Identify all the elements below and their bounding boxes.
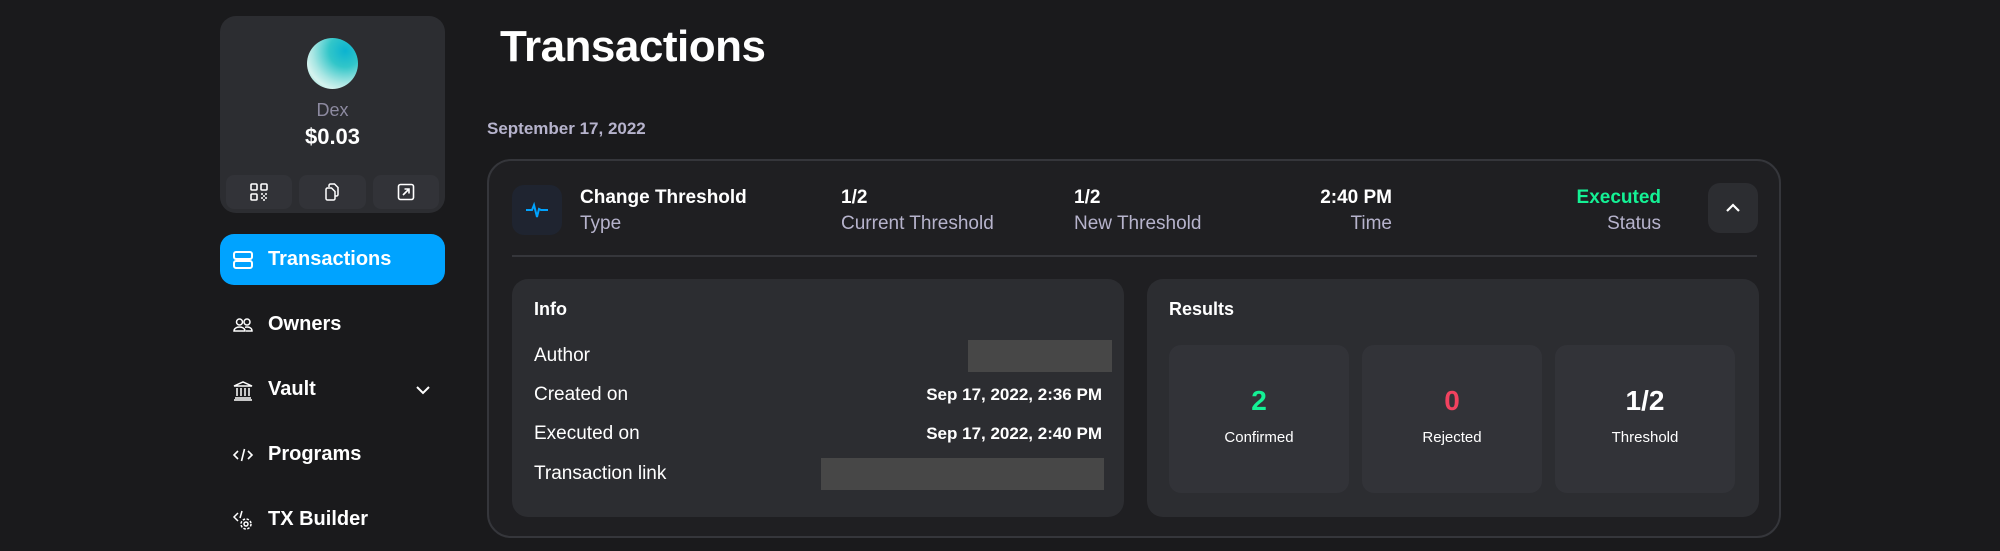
new-threshold-column: 1/2 New Threshold — [1074, 185, 1201, 237]
wallet-name: Dex — [316, 100, 349, 120]
confirmed-label: Confirmed — [1224, 429, 1294, 446]
page-title: Transactions — [500, 22, 766, 71]
wallet-card: Dex $0.03 — [220, 16, 445, 213]
transaction-header[interactable]: Change Threshold Type 1/2 Current Thresh… — [489, 161, 1779, 256]
chevron-up-icon — [1726, 203, 1740, 212]
code-gear-icon — [232, 509, 254, 531]
qr-code-button[interactable] — [226, 175, 293, 209]
info-panel: Info Author Created on Sep 17, 2022, 2:3… — [512, 279, 1124, 517]
current-threshold-value: 1/2 — [841, 187, 868, 208]
new-threshold-value: 1/2 — [1074, 187, 1101, 208]
code-icon — [232, 444, 254, 466]
info-row-transaction-link: Transaction link — [534, 458, 1104, 490]
sidebar-item-label: Vault — [268, 378, 316, 400]
owners-icon — [232, 314, 254, 336]
sidebar-item-programs[interactable]: Programs — [220, 429, 445, 480]
info-title: Info — [534, 299, 567, 319]
author-redacted — [968, 340, 1112, 372]
status-column: Executed Status — [1577, 185, 1661, 237]
sidebar-item-transactions[interactable]: Transactions — [220, 234, 445, 285]
wallet-balance: $0.03 — [304, 124, 361, 149]
date-group-label: September 17, 2022 — [487, 119, 646, 138]
rejected-count: 0 — [1444, 385, 1460, 416]
status-label: Status — [1607, 213, 1661, 234]
bank-icon — [232, 379, 254, 401]
results-panel: Results 2 Confirmed 0 Rejected 1/2 Thres… — [1147, 279, 1759, 517]
type-column: Change Threshold Type — [580, 185, 747, 237]
info-key: Author — [534, 345, 590, 366]
threshold-label: Threshold — [1611, 429, 1679, 446]
info-row-author: Author — [534, 340, 1112, 372]
header-divider — [512, 255, 1757, 257]
result-rejected: 0 Rejected — [1362, 345, 1542, 493]
info-row-executed: Executed on Sep 17, 2022, 2:40 PM — [534, 419, 1102, 449]
result-confirmed: 2 Confirmed — [1169, 345, 1349, 493]
time-value: 2:40 PM — [1320, 187, 1392, 208]
sidebar-item-label: Transactions — [268, 248, 392, 270]
wallet-actions — [226, 175, 439, 209]
type-label: Type — [580, 213, 622, 234]
rejected-label: Rejected — [1422, 429, 1482, 446]
sidebar-item-label: Programs — [268, 443, 362, 465]
info-value: Sep 17, 2022, 2:36 PM — [926, 385, 1102, 404]
time-column: 2:40 PM Time — [1320, 185, 1392, 237]
sidebar-item-label: Owners — [268, 313, 342, 335]
external-link-icon — [397, 183, 415, 201]
sidebar-item-tx-builder[interactable]: TX Builder — [220, 494, 445, 545]
new-threshold-label: New Threshold — [1074, 213, 1202, 234]
transaction-link-redacted[interactable] — [821, 458, 1104, 490]
type-value: Change Threshold — [580, 187, 747, 208]
wallet-avatar — [307, 38, 358, 89]
copy-address-button[interactable] — [299, 175, 366, 209]
chevron-down-icon[interactable] — [413, 380, 433, 400]
current-threshold-label: Current Threshold — [841, 213, 994, 234]
qr-code-icon — [250, 183, 268, 201]
sidebar-item-vault[interactable]: Vault — [220, 364, 445, 415]
info-row-created: Created on Sep 17, 2022, 2:36 PM — [534, 380, 1102, 410]
threshold-value: 1/2 — [1625, 385, 1665, 416]
copy-icon — [325, 183, 340, 201]
transaction-card: Change Threshold Type 1/2 Current Thresh… — [487, 159, 1781, 538]
info-key: Created on — [534, 384, 629, 405]
open-explorer-button[interactable] — [372, 175, 439, 209]
sidebar-nav: Transactions Owners Vault Programs TX Bu… — [220, 234, 445, 551]
transactions-icon — [232, 249, 254, 271]
time-label: Time — [1350, 213, 1392, 234]
activity-icon — [512, 185, 562, 235]
confirmed-count: 2 — [1251, 385, 1267, 416]
info-key: Executed on — [534, 423, 640, 444]
result-threshold: 1/2 Threshold — [1555, 345, 1735, 493]
current-threshold-column: 1/2 Current Threshold — [841, 185, 994, 237]
sidebar-item-owners[interactable]: Owners — [220, 299, 445, 350]
collapse-button[interactable] — [1708, 183, 1758, 233]
info-value: Sep 17, 2022, 2:40 PM — [926, 424, 1102, 443]
results-title: Results — [1169, 299, 1235, 319]
status-value: Executed — [1576, 187, 1661, 208]
sidebar-item-label: TX Builder — [268, 508, 369, 530]
info-key: Transaction link — [534, 463, 667, 484]
